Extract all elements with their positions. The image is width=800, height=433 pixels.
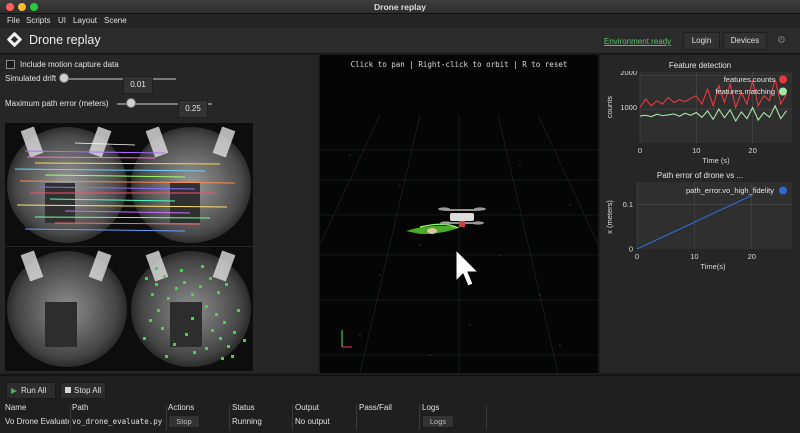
drift-slider-track[interactable] — [64, 78, 176, 80]
path-error-ytick-0: 0 — [629, 245, 633, 254]
path-error-title: Path error of drone vs ... — [656, 171, 744, 180]
path-error-ylabel: x (meters) — [605, 200, 614, 234]
motion-capture-checkbox[interactable] — [6, 60, 15, 69]
path-error-chart: x (meters) 0.1 0 0 10 20 Time(s) path_er… — [605, 182, 792, 271]
menu-file[interactable]: File — [7, 16, 20, 25]
legend-swatch-features-matching — [779, 87, 787, 96]
plots-panel: Feature detection counts 2000 1000 0 10 … — [600, 55, 800, 373]
run-all-button[interactable]: Run All — [6, 382, 56, 399]
controls-panel: Include motion capture data Simulated dr… — [0, 55, 318, 373]
gear-icon[interactable]: ⚙ — [777, 36, 786, 46]
column-header-logs[interactable]: Logs — [422, 403, 439, 412]
legend-swatch-features-counts — [779, 75, 787, 84]
column-header-status[interactable]: Status — [232, 403, 255, 412]
feature-detection-title: Feature detection — [668, 61, 732, 70]
drift-slider-handle[interactable] — [59, 73, 69, 83]
column-header-pass-fail[interactable]: Pass/Fail — [359, 403, 392, 412]
legend-features-counts: features.counts — [724, 75, 776, 84]
legend-path-error-vo-high-fidelity: path_error.vo_high_fidelity — [686, 186, 774, 195]
app-title: Drone replay — [29, 33, 101, 47]
drone-model — [406, 207, 486, 234]
feature-detection-xtick-0: 0 — [638, 146, 642, 155]
path-error-xtick-20: 20 — [748, 252, 756, 261]
feature-detection-ylabel: counts — [605, 96, 614, 118]
feature-matching-camera-view — [5, 123, 253, 246]
environment-status-link[interactable]: Environment ready — [604, 37, 671, 46]
axis-gizmo — [341, 330, 352, 348]
feature-detection-xtick-20: 20 — [748, 146, 756, 155]
feature-detection-chart: counts 2000 1000 0 10 20 Time (s) featur… — [605, 71, 792, 165]
task-stop-button[interactable]: Stop — [168, 415, 200, 428]
task-output: No output — [295, 417, 330, 426]
task-logs-button[interactable]: Logs — [422, 415, 454, 428]
viewport-grid — [320, 114, 598, 373]
stop-all-label: Stop All — [74, 386, 102, 395]
menu-scripts[interactable]: Scripts — [26, 16, 50, 25]
menu-bar: File Scripts UI Layout Scene — [0, 14, 800, 28]
task-name: Vo Drone Evaluate — [5, 417, 69, 426]
path-error-xtick-10: 10 — [690, 252, 698, 261]
column-header-path[interactable]: Path — [72, 403, 88, 412]
path-error-slider-handle[interactable] — [126, 98, 136, 108]
column-header-actions[interactable]: Actions — [168, 403, 194, 412]
play-icon — [11, 388, 17, 394]
drift-value-field[interactable]: 0.01 — [123, 76, 153, 94]
path-error-value-field[interactable]: 0.25 — [178, 100, 208, 118]
window-titlebar: Drone replay — [0, 0, 800, 14]
feature-detection-xtick-10: 10 — [692, 146, 700, 155]
stop-icon — [65, 387, 71, 393]
column-header-name[interactable]: Name — [5, 403, 26, 412]
task-status: Running — [232, 417, 262, 426]
path-error-xlabel: Time(s) — [700, 262, 726, 271]
legend-swatch-path-error — [779, 186, 787, 195]
stop-all-button[interactable]: Stop All — [60, 382, 106, 399]
column-header-output[interactable]: Output — [295, 403, 319, 412]
legend-features-matching: features.matching — [715, 87, 775, 96]
menu-layout[interactable]: Layout — [73, 16, 97, 25]
window-title: Drone replay — [374, 2, 426, 12]
task-panel: Run All Stop All Name Path Actions Statu… — [0, 375, 800, 433]
motion-capture-label: Include motion capture data — [20, 60, 119, 69]
devices-button[interactable]: Devices — [723, 32, 767, 50]
drift-label: Simulated drift — [5, 74, 57, 83]
path-error-label: Maximum path error (meters) — [5, 99, 109, 108]
path-error-xtick-0: 0 — [635, 252, 639, 261]
path-error-ytick-0-1: 0.1 — [623, 200, 633, 209]
login-button[interactable]: Login — [683, 32, 720, 50]
3d-viewport[interactable]: Click to pan | Right-click to orbit | R … — [320, 55, 598, 373]
feature-detection-xlabel: Time (s) — [702, 156, 730, 165]
menu-scene[interactable]: Scene — [104, 16, 127, 25]
feature-detection-ytick-2000: 2000 — [620, 71, 637, 77]
menu-ui[interactable]: UI — [58, 16, 66, 25]
app-header: Drone replay Environment ready Login Dev… — [0, 28, 800, 54]
app-logo-icon — [6, 31, 23, 48]
task-path: vo_drone_evaluate.py — [72, 417, 163, 426]
feature-detection-ytick-1000: 1000 — [620, 103, 637, 112]
run-all-label: Run All — [21, 386, 47, 395]
feature-points-camera-view — [5, 247, 253, 371]
